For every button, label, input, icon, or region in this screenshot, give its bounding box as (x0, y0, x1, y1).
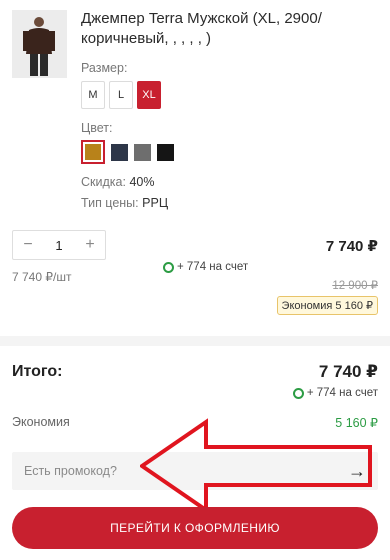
size-label: Размер: (81, 61, 128, 75)
price-type-row: Тип цены: РРЦ (81, 196, 168, 210)
checkout-button[interactable]: ПЕРЕЙТИ К ОФОРМЛЕНИЮ (12, 507, 378, 549)
total-bonus: + 774 на счет (292, 387, 378, 399)
size-option-m[interactable]: M (81, 81, 105, 109)
total-value: 7 740 ₽ (318, 362, 378, 381)
discount-key: Скидка: (81, 175, 126, 189)
total-label: Итого: (12, 363, 63, 380)
increase-quantity-button[interactable]: + (83, 237, 97, 253)
size-selector: M L XL (81, 81, 161, 109)
economy-badge: Экономия 5 160 ₽ (276, 296, 378, 315)
price-type-value: РРЦ (142, 196, 169, 210)
quantity-stepper: − 1 + (12, 230, 106, 260)
economy-label: Экономия (12, 415, 70, 429)
color-label: Цвет: (81, 121, 113, 135)
item-bonus-text: + 774 на счет (177, 261, 249, 273)
bonus-coin-icon (292, 387, 304, 399)
product-title[interactable]: Джемпер Terra Мужской (XL, 2900/ коричне… (81, 9, 381, 49)
color-swatch-brown[interactable] (81, 140, 105, 164)
product-image[interactable] (12, 10, 67, 78)
promo-submit-arrow-icon[interactable]: → (346, 461, 368, 481)
promo-code-input[interactable] (12, 452, 332, 490)
color-swatch-navy[interactable] (111, 143, 128, 161)
color-swatch-gray[interactable] (134, 143, 151, 161)
unit-price: 7 740 ₽/шт (12, 270, 72, 284)
economy-value: 5 160 ₽ (335, 416, 378, 430)
color-selector (81, 140, 174, 164)
item-bonus: + 774 на счет (163, 261, 248, 273)
discount-value: 40% (129, 175, 155, 189)
color-swatch-fill (85, 144, 101, 160)
product-photo (12, 10, 67, 78)
size-option-xl[interactable]: XL (137, 81, 161, 109)
price-type-key: Тип цены: (81, 196, 139, 210)
old-price: 12 900 ₽ (332, 280, 378, 292)
decrease-quantity-button[interactable]: − (21, 237, 35, 253)
total-bonus-text: + 774 на счет (306, 387, 378, 399)
color-swatch-black[interactable] (157, 143, 174, 161)
section-divider (0, 336, 390, 346)
discount-row: Скидка: 40% (81, 175, 154, 189)
bonus-coin-icon (163, 261, 174, 273)
promo-code-field: → (12, 452, 378, 490)
size-option-l[interactable]: L (109, 81, 133, 109)
quantity-value[interactable]: 1 (55, 238, 62, 253)
item-price: 7 740 ₽ (325, 238, 378, 255)
